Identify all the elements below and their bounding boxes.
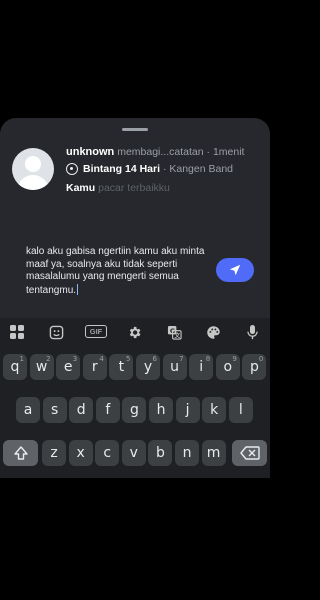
microphone-icon[interactable]: [242, 323, 262, 341]
key-label: a: [23, 402, 33, 418]
key-f[interactable]: f: [95, 397, 120, 423]
key-hint: 7: [179, 355, 184, 363]
key-hint: 2: [46, 355, 51, 363]
key-w[interactable]: w2: [29, 354, 54, 380]
key-label: v: [129, 445, 138, 461]
key-label: n: [182, 445, 192, 461]
key-s[interactable]: s: [42, 397, 67, 423]
key-r[interactable]: r4: [82, 354, 107, 380]
song-title: Bintang 14 Hari: [83, 163, 161, 175]
drag-handle[interactable]: [122, 128, 148, 131]
on-screen-keyboard: GIF G文 q1w2e3r4t5y6u7i8o9p0 asdfghjkl zx…: [0, 318, 270, 478]
music-info[interactable]: Bintang 14 Hari · Kangen Band: [66, 163, 233, 175]
key-label: o: [223, 359, 233, 375]
lyric-highlight: Kamu: [66, 182, 96, 194]
key-label: s: [50, 402, 59, 418]
key-hint: 0: [258, 355, 264, 363]
song-separator: ·: [160, 163, 170, 175]
key-t[interactable]: t5: [109, 354, 134, 380]
key-n[interactable]: n: [175, 440, 199, 466]
key-label: h: [156, 402, 166, 418]
keyboard-toolbar: GIF G文: [0, 318, 270, 346]
backspace-icon: [239, 446, 260, 460]
artist-name: Kangen Band: [169, 163, 234, 175]
key-label: p: [249, 359, 259, 375]
key-label: c: [103, 445, 112, 461]
svg-text:文: 文: [173, 331, 180, 339]
activity-text: membagi...catatan: [117, 146, 204, 158]
reply-composer: kalo aku gabisa ngertiin kamu aku minta …: [12, 238, 266, 300]
palette-icon[interactable]: [203, 323, 223, 341]
key-hint: 4: [99, 355, 104, 363]
key-label: e: [63, 359, 73, 375]
key-a[interactable]: a: [16, 397, 40, 423]
key-label: m: [206, 445, 221, 461]
key-hint: 3: [72, 355, 78, 363]
gear-icon[interactable]: [124, 323, 144, 341]
key-b[interactable]: b: [148, 440, 173, 466]
key-m[interactable]: m: [201, 440, 226, 466]
key-hint: 9: [232, 355, 237, 363]
gif-button[interactable]: GIF: [85, 325, 107, 338]
username[interactable]: unknown: [66, 146, 114, 158]
key-p[interactable]: p0: [242, 354, 267, 380]
shift-icon: [13, 446, 28, 460]
key-e[interactable]: e3: [56, 354, 81, 380]
key-label: i: [199, 359, 204, 375]
key-label: j: [185, 402, 190, 418]
key-label: g: [129, 402, 139, 418]
message-input[interactable]: kalo aku gabisa ngertiin kamu aku minta …: [26, 246, 214, 297]
key-v[interactable]: v: [121, 440, 146, 466]
send-icon: [229, 264, 241, 276]
key-label: t: [118, 359, 125, 375]
backspace-key[interactable]: [232, 440, 267, 466]
key-label: u: [170, 359, 180, 375]
separator: ·: [206, 146, 211, 158]
avatar: [12, 148, 54, 190]
key-hint: 5: [125, 355, 131, 363]
key-label: z: [50, 445, 58, 461]
key-u[interactable]: u7: [162, 354, 187, 380]
translate-icon[interactable]: G文: [164, 323, 184, 341]
key-hint: 1: [19, 355, 24, 363]
key-label: y: [143, 359, 153, 375]
note-header: unknown membagi...catatan · 1menit: [66, 146, 266, 158]
key-h[interactable]: h: [149, 397, 173, 423]
text-cursor: [77, 283, 79, 295]
key-label: q: [10, 359, 20, 375]
timestamp: 1menit: [212, 146, 245, 158]
key-d[interactable]: d: [69, 397, 94, 423]
key-q[interactable]: q1: [3, 354, 27, 380]
key-label: b: [155, 445, 165, 461]
key-c[interactable]: c: [95, 440, 120, 466]
key-g[interactable]: g: [122, 397, 147, 423]
key-label: k: [210, 402, 219, 418]
sticker-icon[interactable]: [46, 323, 66, 341]
key-hint: 8: [205, 355, 211, 363]
key-k[interactable]: k: [202, 397, 227, 423]
lyric-rest: pacar terbaikku: [98, 182, 170, 194]
key-label: f: [105, 402, 111, 418]
key-hint: 6: [152, 355, 157, 363]
bottom-area: [0, 478, 270, 600]
key-i[interactable]: i8: [189, 354, 214, 380]
apps-grid-icon[interactable]: [7, 323, 27, 341]
lyric-line: Kamu pacar terbaikku: [66, 182, 170, 194]
key-o[interactable]: o9: [215, 354, 240, 380]
key-l[interactable]: l: [228, 397, 253, 423]
dimmed-background[interactable]: [0, 0, 270, 118]
key-label: l: [238, 402, 243, 418]
music-disc-icon: [66, 163, 78, 175]
key-label: d: [76, 402, 86, 418]
send-button[interactable]: [216, 258, 254, 282]
key-z[interactable]: z: [42, 440, 66, 466]
key-y[interactable]: y6: [136, 354, 160, 380]
key-label: x: [76, 445, 85, 461]
key-label: r: [91, 359, 98, 375]
shift-key[interactable]: [3, 440, 38, 466]
key-x[interactable]: x: [68, 440, 93, 466]
key-j[interactable]: j: [175, 397, 200, 423]
message-text: kalo aku gabisa ngertiin kamu aku minta …: [26, 246, 205, 296]
